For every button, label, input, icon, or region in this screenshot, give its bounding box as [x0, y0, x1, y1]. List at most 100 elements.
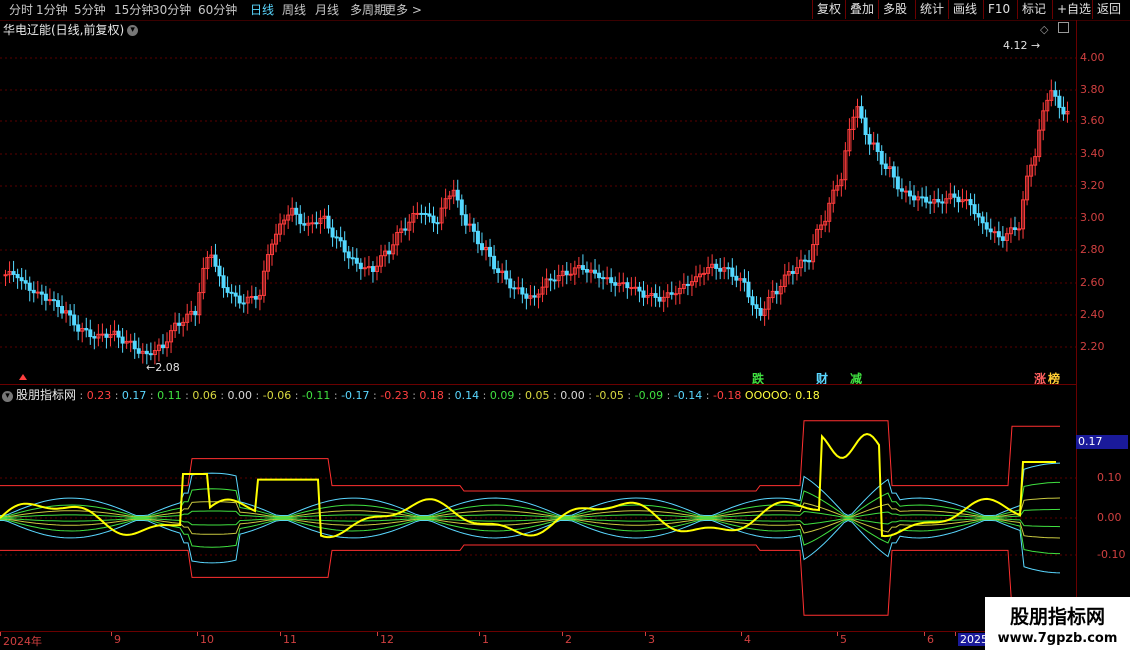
candle	[387, 250, 392, 255]
candle	[330, 227, 335, 238]
date-label: 6	[927, 633, 934, 646]
candle	[467, 223, 472, 226]
candle	[685, 283, 690, 286]
chevron-down-icon[interactable]: ▾	[127, 25, 139, 36]
toolbar-button[interactable]: 叠加	[845, 0, 878, 19]
candle	[177, 322, 182, 326]
candle	[516, 287, 521, 290]
period-tab[interactable]: 1分钟	[36, 1, 68, 18]
candle	[714, 263, 719, 269]
candle	[867, 134, 872, 145]
candle	[334, 236, 339, 239]
layout-icon[interactable]	[1057, 22, 1069, 33]
indicator-value: -0.14	[673, 389, 703, 402]
candle	[237, 295, 242, 304]
candle	[928, 201, 933, 204]
candle	[221, 275, 226, 289]
candle	[19, 277, 24, 282]
high-price-label: 4.12 →	[1003, 39, 1040, 52]
candle	[790, 271, 795, 274]
candle	[730, 267, 735, 277]
legend-separator: :	[514, 389, 526, 402]
candle	[807, 260, 812, 263]
candle	[479, 243, 484, 251]
indicator-value: -0.11	[301, 389, 331, 402]
date-label: 5	[840, 633, 847, 646]
price-chart[interactable]: 4.12 → ←2.08	[0, 38, 1076, 388]
indicator-value: -0.05	[595, 389, 624, 402]
indicator-legend: ▾ 股朋指标网 : 0.23 : 0.17 : 0.11 : 0.06 : 0.0…	[0, 386, 1076, 402]
date-label: 2	[565, 633, 572, 646]
candle	[76, 324, 81, 332]
candle	[358, 262, 363, 270]
candle	[435, 222, 440, 225]
date-tick	[479, 632, 480, 636]
candle	[750, 296, 755, 306]
candle	[338, 237, 343, 242]
candle	[883, 163, 888, 170]
candle	[532, 295, 537, 298]
diamond-icon[interactable]: ◇	[1040, 23, 1048, 36]
period-tab[interactable]: 月线	[315, 1, 339, 18]
toolbar-button[interactable]: 标记	[1017, 0, 1050, 19]
candle	[419, 212, 424, 215]
candle	[459, 199, 464, 216]
candle	[568, 273, 573, 276]
price-tick: 3.80	[1080, 83, 1105, 96]
legend-separator: :	[702, 389, 713, 402]
candle	[924, 196, 929, 203]
legend-separator: :	[584, 389, 596, 402]
candle	[43, 293, 48, 301]
toolbar-button[interactable]: 多股	[878, 0, 911, 19]
date-label: 11	[283, 633, 297, 646]
date-tick	[645, 632, 646, 636]
toolbar-button[interactable]: +自选	[1052, 0, 1095, 19]
candle	[625, 282, 630, 289]
toolbar-button[interactable]: 返回	[1092, 0, 1125, 19]
candle	[492, 255, 497, 270]
candle	[580, 265, 585, 270]
toolbar-button[interactable]: 画线	[948, 0, 981, 19]
indicator-name[interactable]: 股朋指标网	[16, 388, 76, 402]
candle	[520, 287, 525, 295]
stock-title[interactable]: 华电辽能(日线,前复权)	[3, 23, 124, 37]
period-tab[interactable]: 30分钟	[152, 1, 191, 18]
chevron-down-icon[interactable]: ▾	[2, 390, 13, 402]
period-tab[interactable]: 周线	[282, 1, 306, 18]
candle	[415, 212, 420, 215]
candle	[907, 190, 912, 197]
period-tab[interactable]: 多周期	[350, 1, 386, 18]
watermark: 股朋指标网 www.7gpzb.com	[985, 597, 1130, 650]
date-label: 3	[648, 633, 655, 646]
candle	[976, 213, 981, 218]
period-tab[interactable]: 分时	[9, 1, 33, 18]
toolbar-button[interactable]: 统计	[915, 0, 948, 19]
price-tick: 2.80	[1080, 243, 1105, 256]
candle	[669, 292, 674, 295]
candle	[1017, 228, 1022, 231]
date-label: 4	[744, 633, 751, 646]
date-label: 1	[482, 633, 489, 646]
period-tab[interactable]: 60分钟	[198, 1, 237, 18]
indicator-chart[interactable]	[0, 403, 1076, 631]
candle	[996, 231, 1001, 238]
toolbar-button[interactable]: F10	[983, 0, 1014, 19]
candle	[136, 348, 141, 354]
period-tab[interactable]: 更多 >	[384, 1, 422, 18]
legend-separator: :	[663, 389, 674, 402]
period-tab[interactable]: 5分钟	[74, 1, 106, 18]
candle	[294, 207, 299, 215]
candle	[241, 302, 246, 305]
candle	[471, 223, 476, 232]
candle	[702, 272, 707, 275]
toolbar-button[interactable]: 复权	[812, 0, 845, 19]
candle	[27, 282, 32, 291]
indicator-value: 0.05	[525, 389, 550, 402]
candle	[463, 214, 468, 226]
indicator-tick: 0.10	[1097, 471, 1122, 484]
period-tab[interactable]: 日线	[250, 1, 274, 18]
period-tab[interactable]: 15分钟	[114, 1, 153, 18]
candle	[132, 340, 137, 350]
date-tick	[741, 632, 742, 636]
candle	[31, 289, 36, 294]
